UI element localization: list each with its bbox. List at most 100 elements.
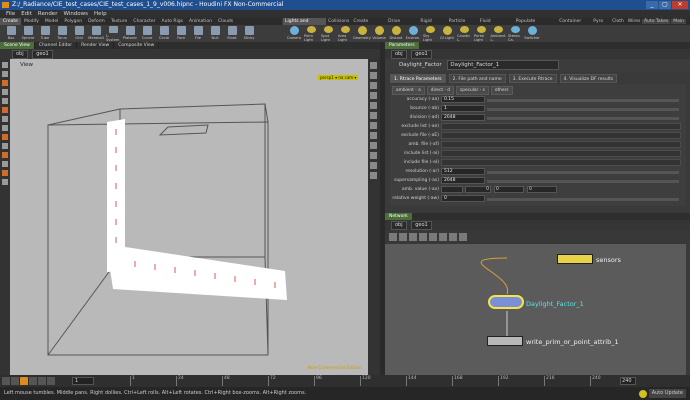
tool-gi-light[interactable]: GI Light: [440, 25, 454, 42]
tool-sphere[interactable]: Sphere: [21, 25, 35, 42]
tool-spot-light[interactable]: Spot Light: [321, 25, 335, 42]
include-file-field[interactable]: [441, 159, 681, 166]
path-geo[interactable]: geo1: [32, 50, 53, 59]
point-numbers-icon[interactable]: [370, 152, 377, 159]
folder-tab-execute-rtrace[interactable]: 3. Execute Rtrace: [508, 74, 557, 83]
shelf-tab-clouds[interactable]: Clouds: [215, 18, 236, 25]
shelf-tab-texture[interactable]: Texture: [108, 18, 130, 25]
shelf-tab-create-particles[interactable]: Create Particles: [351, 18, 386, 31]
background-icon[interactable]: [370, 102, 377, 109]
flag-tab-others[interactable]: others: [490, 86, 513, 95]
node-write-attrib[interactable]: write_prim_or_point_attrib_1: [487, 336, 619, 346]
tool-font[interactable]: Font: [174, 25, 188, 42]
tool-distant-light[interactable]: Distant: [389, 25, 403, 42]
menu-help[interactable]: Help: [94, 10, 107, 18]
select-tool-icon[interactable]: [2, 62, 8, 68]
close-button[interactable]: ✕: [672, 1, 688, 9]
view-tool-icon[interactable]: [2, 98, 8, 104]
flag-tab-ambient[interactable]: ambient - a: [392, 86, 425, 95]
point-snap-icon[interactable]: [2, 125, 8, 131]
exclude-list-field[interactable]: [441, 123, 681, 130]
shelf-tab-modify[interactable]: Modify: [21, 18, 42, 25]
note-icon[interactable]: [449, 233, 457, 241]
tool-curve[interactable]: Curve: [140, 25, 154, 42]
bounce-slider[interactable]: [487, 108, 679, 111]
wireframe-icon[interactable]: [370, 72, 377, 79]
bounce-field[interactable]: 1: [441, 105, 485, 112]
tool-stereo-camera[interactable]: Stereo Ca.: [508, 25, 522, 42]
shaded-icon[interactable]: [370, 82, 377, 89]
list-mode-icon[interactable]: [389, 233, 397, 241]
menu-edit[interactable]: Edit: [21, 10, 32, 18]
step-forward-icon[interactable]: [38, 377, 46, 385]
folder-tab-visualize-df[interactable]: 4. Visualize DF results: [559, 74, 618, 83]
grid-snap-icon[interactable]: [2, 116, 8, 122]
maximize-button[interactable]: ▢: [659, 1, 671, 9]
resolution-field[interactable]: 512: [441, 168, 485, 175]
jump-end-icon[interactable]: [47, 377, 55, 385]
division-field[interactable]: 2048: [441, 114, 485, 121]
handle-tool-icon[interactable]: [2, 89, 8, 95]
accuracy-field[interactable]: 0.15: [441, 96, 485, 103]
normals-icon[interactable]: [370, 162, 377, 169]
network-box-icon[interactable]: [459, 233, 467, 241]
folder-tab-rtrace-parameters[interactable]: 1. Rtrace Parameters: [390, 74, 446, 83]
net-path-geo[interactable]: geo1: [411, 221, 432, 230]
param-path-obj[interactable]: obj: [391, 50, 407, 59]
tab-composite-view[interactable]: Composite View: [114, 42, 160, 49]
relative-weight-slider[interactable]: [487, 198, 679, 201]
accuracy-slider[interactable]: [487, 99, 679, 102]
sculpt-icon[interactable]: [2, 170, 8, 176]
tool-circle[interactable]: Circle: [157, 25, 171, 42]
jump-start-icon[interactable]: [2, 377, 10, 385]
node-name-field[interactable]: Daylight_Factor_1: [447, 60, 560, 70]
menu-windows[interactable]: Windows: [63, 10, 88, 18]
shelf-tab-collisions[interactable]: Collisions: [326, 18, 351, 25]
tool-grid[interactable]: Grid: [72, 25, 86, 42]
tab-parameters[interactable]: Parameters: [385, 42, 419, 49]
tab-scene-view[interactable]: Scene View: [0, 42, 35, 49]
snap-icon[interactable]: [2, 107, 8, 113]
magnet-icon[interactable]: [2, 134, 8, 140]
flag-tab-direct[interactable]: direct - d: [426, 86, 455, 95]
tool-box[interactable]: Box: [4, 25, 18, 42]
shelf-tab-auto-rigs[interactable]: Auto Rigs: [159, 18, 186, 25]
edit-icon[interactable]: [2, 152, 8, 158]
shelf-tab-polygon[interactable]: Polygon: [61, 18, 85, 25]
tool-area-light[interactable]: Area Light: [338, 25, 352, 42]
menu-file[interactable]: File: [6, 10, 15, 18]
shelf-tab-fluid-containers[interactable]: Fluid Containers: [478, 18, 514, 31]
division-slider[interactable]: [487, 117, 679, 120]
minimize-button[interactable]: _: [646, 1, 658, 9]
tool-sky-light[interactable]: Sky Light: [423, 25, 437, 42]
exclude-file-field[interactable]: [441, 132, 681, 139]
relative-weight-field[interactable]: 0: [441, 195, 485, 202]
home-icon[interactable]: [370, 132, 377, 139]
tool-volume-light[interactable]: Volume: [372, 25, 386, 42]
shelf-tab-create[interactable]: Create: [0, 18, 21, 25]
tool-rivet[interactable]: Rivet: [225, 25, 239, 42]
shelf-tab-drive-particles[interactable]: Drive Particles: [386, 18, 418, 31]
tool-caustic-light[interactable]: Caustic L.: [457, 25, 471, 42]
tool-platonic[interactable]: Platonic: [123, 25, 137, 42]
tool-switcher[interactable]: Switcher: [524, 25, 540, 42]
network-editor[interactable]: sensors Daylight_Factor_1 write_prim_or_…: [385, 244, 686, 375]
tool-ambient-light[interactable]: Ambient L.: [490, 25, 506, 42]
desktop-tab-auto-takes[interactable]: Auto Takes: [642, 19, 671, 24]
shelf-tab-rigid-bodies[interactable]: Rigid Bodies: [418, 18, 446, 31]
resolution-slider[interactable]: [487, 171, 679, 174]
shelf-tab-container-tools[interactable]: Container Tools: [557, 18, 591, 31]
frame-ruler[interactable]: 1 24 48 72 96 120 144 168 192 216 240: [130, 376, 610, 386]
current-frame-field[interactable]: 1: [72, 377, 94, 385]
folder-tab-file-path[interactable]: 2. File path and name: [448, 74, 506, 83]
shelf-tab-populate-containers[interactable]: Populate Containers: [514, 18, 558, 31]
tool-null[interactable]: Null: [208, 25, 222, 42]
tool-sticky[interactable]: Sticky: [242, 25, 256, 42]
shelf-tab-model[interactable]: Model: [42, 18, 62, 25]
tile-mode-icon[interactable]: [409, 233, 417, 241]
tool-portal-light[interactable]: Portal Light: [474, 25, 488, 42]
menu-render[interactable]: Render: [38, 10, 58, 18]
supersampling-slider[interactable]: [487, 180, 679, 183]
pose-tool-icon[interactable]: [2, 80, 8, 86]
tool-file[interactable]: File: [191, 25, 205, 42]
